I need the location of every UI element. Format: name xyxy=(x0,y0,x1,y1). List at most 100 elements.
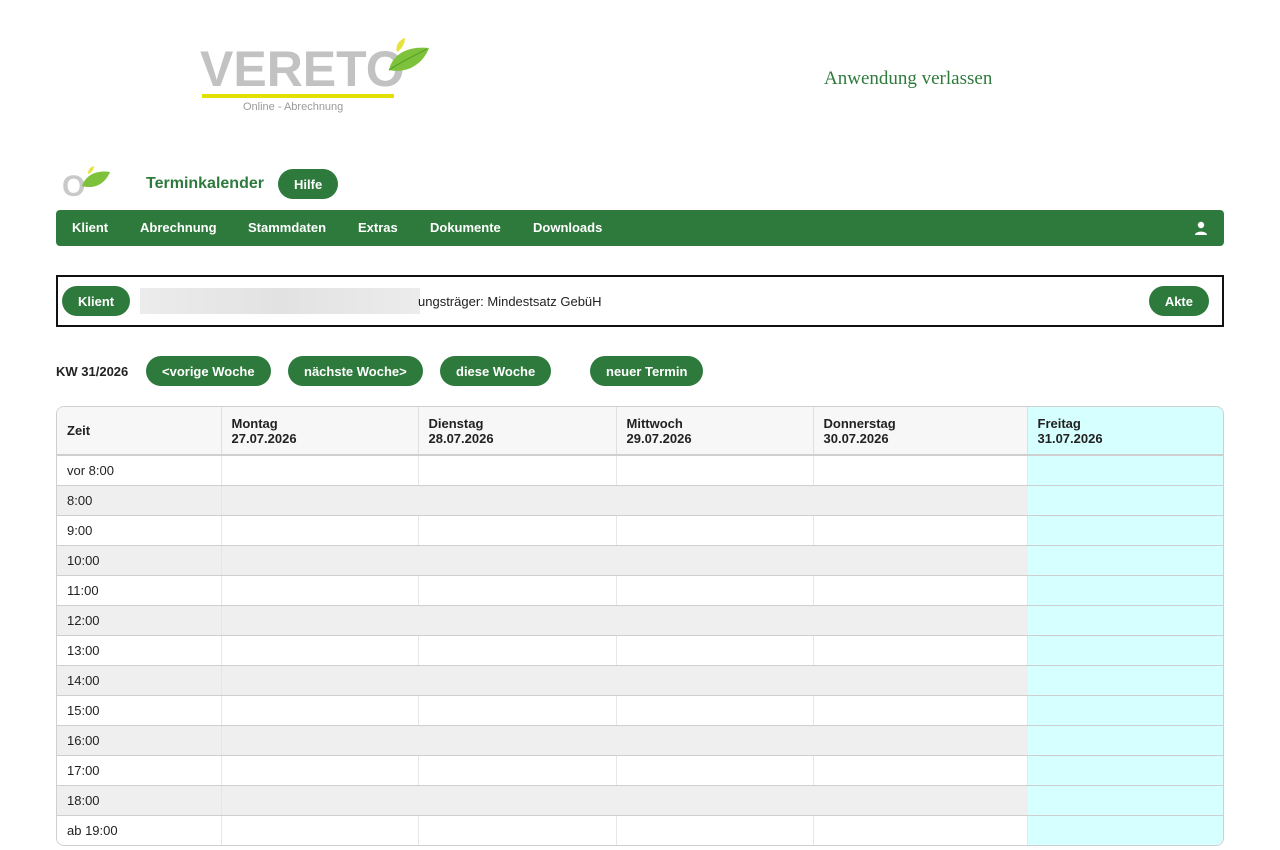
akte-button[interactable]: Akte xyxy=(1148,286,1209,316)
logo-subtitle: Online - Abrechnung xyxy=(243,101,344,113)
calendar-slot[interactable] xyxy=(616,695,814,726)
calendar-slot[interactable] xyxy=(221,605,419,636)
day-date: 29.07.2026 xyxy=(626,430,692,446)
calendar-slot[interactable] xyxy=(813,755,1028,786)
calendar-slot[interactable] xyxy=(221,455,419,486)
time-row: 14:00 xyxy=(57,665,1223,696)
nav-item-stammdaten[interactable]: Stammdaten xyxy=(248,210,326,246)
calendar-slot[interactable] xyxy=(221,755,419,786)
calendar-slot[interactable] xyxy=(1027,695,1223,726)
calendar-slot[interactable] xyxy=(221,515,419,546)
calendar-slot[interactable] xyxy=(813,575,1028,606)
calendar-slot[interactable] xyxy=(221,785,419,816)
calendar-slot[interactable] xyxy=(616,605,814,636)
calendar-slot[interactable] xyxy=(221,575,419,606)
day-header-friday: Freitag 31.07.2026 xyxy=(1027,407,1223,456)
calendar-slot[interactable] xyxy=(418,485,617,516)
calendar-slot[interactable] xyxy=(1027,635,1223,666)
calendar-slot[interactable] xyxy=(221,545,419,576)
calendar-slot[interactable] xyxy=(221,635,419,666)
calendar-slot[interactable] xyxy=(813,515,1028,546)
calendar-slot[interactable] xyxy=(1027,785,1223,816)
calendar-slot[interactable] xyxy=(813,815,1028,845)
calendar-slot[interactable] xyxy=(1027,515,1223,546)
calendar-slot[interactable] xyxy=(1027,665,1223,696)
calendar-slot[interactable] xyxy=(813,605,1028,636)
calendar-slot[interactable] xyxy=(616,575,814,606)
redacted-client-name xyxy=(140,288,420,314)
this-week-button[interactable]: diese Woche xyxy=(440,356,552,386)
calendar-slot[interactable] xyxy=(221,815,419,845)
calendar-slot[interactable] xyxy=(418,815,617,845)
calendar-slot[interactable] xyxy=(813,785,1028,816)
time-label: 18:00 xyxy=(57,785,222,816)
help-button[interactable]: Hilfe xyxy=(278,169,339,199)
day-header-wednesday: Mittwoch 29.07.2026 xyxy=(616,407,814,456)
calendar-slot[interactable] xyxy=(221,695,419,726)
calendar-slot[interactable] xyxy=(418,755,617,786)
calendar-slot[interactable] xyxy=(813,545,1028,576)
leaf-icon xyxy=(388,38,429,71)
user-icon[interactable] xyxy=(1194,221,1208,235)
calendar-slot[interactable] xyxy=(418,515,617,546)
calendar-slot[interactable] xyxy=(418,635,617,666)
day-date: 27.07.2026 xyxy=(231,430,297,446)
calendar-slot[interactable] xyxy=(418,455,617,486)
calendar-slot[interactable] xyxy=(418,785,617,816)
calendar-slot[interactable] xyxy=(1027,575,1223,606)
calendar-slot[interactable] xyxy=(418,545,617,576)
calendar-slot[interactable] xyxy=(616,485,814,516)
calendar-slot[interactable] xyxy=(616,755,814,786)
calendar-slot[interactable] xyxy=(418,605,617,636)
vereto-logo: VERETO Online - Abrechnung xyxy=(198,38,438,118)
calendar-slot[interactable] xyxy=(1027,725,1223,756)
page-title: Terminkalender xyxy=(146,175,264,192)
client-button[interactable]: Klient xyxy=(62,286,131,316)
calendar-slot[interactable] xyxy=(616,665,814,696)
calendar-slot[interactable] xyxy=(813,455,1028,486)
nav-item-dokumente[interactable]: Dokumente xyxy=(430,210,501,246)
calendar-slot[interactable] xyxy=(616,725,814,756)
calendar-slot[interactable] xyxy=(221,485,419,516)
time-label: 9:00 xyxy=(57,515,222,546)
calendar-slot[interactable] xyxy=(1027,815,1223,845)
calendar-slot[interactable] xyxy=(813,635,1028,666)
calendar-slot[interactable] xyxy=(813,485,1028,516)
day-date: 30.07.2026 xyxy=(823,430,889,446)
time-label: 12:00 xyxy=(57,605,222,636)
calendar-slot[interactable] xyxy=(616,545,814,576)
calendar-slot[interactable] xyxy=(616,815,814,845)
previous-week-button[interactable]: <vorige Woche xyxy=(146,356,271,386)
calendar-slot[interactable] xyxy=(418,695,617,726)
exit-application-link[interactable]: Anwendung verlassen xyxy=(824,68,992,90)
next-week-button[interactable]: nächste Woche> xyxy=(288,356,423,386)
logo-underline xyxy=(202,94,394,98)
calendar-slot[interactable] xyxy=(616,635,814,666)
calendar-slot[interactable] xyxy=(813,695,1028,726)
calendar-slot[interactable] xyxy=(813,665,1028,696)
time-row: ab 19:00 xyxy=(57,815,1223,845)
nav-item-extras[interactable]: Extras xyxy=(358,210,398,246)
new-appointment-button[interactable]: neuer Termin xyxy=(590,356,704,386)
calendar-slot[interactable] xyxy=(616,515,814,546)
calendar-slot[interactable] xyxy=(221,725,419,756)
calendar-slot[interactable] xyxy=(1027,485,1223,516)
day-name: Freitag xyxy=(1037,415,1081,431)
calendar-slot[interactable] xyxy=(1027,755,1223,786)
calendar-slot[interactable] xyxy=(616,785,814,816)
nav-item-downloads[interactable]: Downloads xyxy=(533,210,602,246)
calendar-slot[interactable] xyxy=(418,665,617,696)
small-leaf-icon xyxy=(82,166,110,188)
time-row: vor 8:00 xyxy=(57,455,1223,486)
calendar-slot[interactable] xyxy=(221,665,419,696)
calendar-slot[interactable] xyxy=(418,575,617,606)
calendar-slot[interactable] xyxy=(1027,455,1223,486)
calendar-slot[interactable] xyxy=(1027,545,1223,576)
time-row: 16:00 xyxy=(57,725,1223,756)
calendar-slot[interactable] xyxy=(813,725,1028,756)
nav-item-klient[interactable]: Klient xyxy=(72,210,108,246)
nav-item-abrechnung[interactable]: Abrechnung xyxy=(140,210,217,246)
calendar-slot[interactable] xyxy=(616,455,814,486)
calendar-slot[interactable] xyxy=(418,725,617,756)
calendar-slot[interactable] xyxy=(1027,605,1223,636)
